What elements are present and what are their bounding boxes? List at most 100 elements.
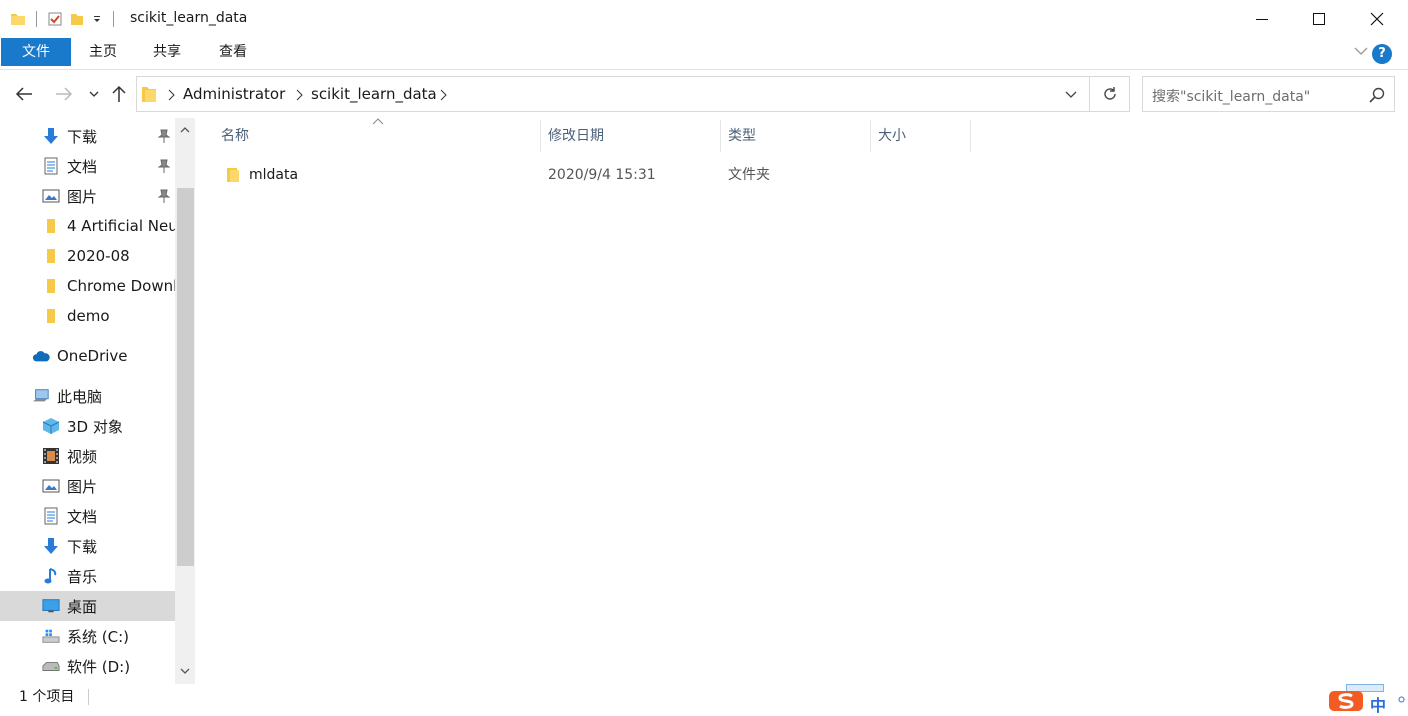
chevron-down-icon[interactable] [1354, 46, 1368, 56]
sogou-icon [1328, 690, 1364, 712]
arrow-right-icon [56, 87, 73, 101]
scroll-thumb[interactable] [177, 188, 194, 566]
search-icon[interactable] [1369, 87, 1385, 103]
folder-icon [42, 247, 60, 265]
minimize-button[interactable] [1233, 0, 1291, 38]
folder-icon [42, 217, 60, 235]
divider [36, 11, 37, 27]
nav-item-label: 软件 (D:) [67, 657, 131, 676]
help-icon[interactable]: ? [1372, 44, 1392, 64]
cloud-icon [32, 347, 50, 365]
nav-item-label: 4 Artificial Neur [67, 217, 175, 235]
nav-item-downloads-pinned[interactable]: 下载 [0, 121, 175, 151]
breadcrumb-administrator[interactable]: Administrator [183, 85, 285, 103]
column-header-type[interactable]: 类型 [721, 118, 870, 154]
tab-share[interactable]: 共享 [142, 38, 192, 66]
nav-item-label: 文档 [67, 507, 98, 526]
nav-item-videos[interactable]: 视频 [0, 441, 175, 471]
download-icon [42, 127, 60, 145]
maximize-button[interactable] [1290, 0, 1348, 38]
arrow-up-icon [112, 85, 126, 102]
nav-item-label: 图片 [67, 187, 98, 206]
customize-toolbar-icon[interactable] [91, 13, 103, 25]
nav-item-folder-2020-08[interactable]: 2020-08 [0, 241, 175, 271]
chevron-right-icon[interactable] [167, 89, 175, 101]
new-folder-icon[interactable] [69, 11, 85, 27]
chevron-down-icon [89, 91, 99, 97]
picture-icon [42, 187, 60, 205]
nav-item-label: 下载 [67, 537, 98, 556]
nav-item-label: 3D 对象 [67, 417, 123, 436]
search-input[interactable]: 搜索"scikit_learn_data" [1142, 76, 1395, 112]
properties-icon[interactable] [47, 11, 63, 27]
refresh-button[interactable] [1090, 76, 1130, 112]
column-header-name[interactable]: 名称 [214, 118, 540, 154]
title-bar: scikit_learn_data [0, 0, 1408, 38]
music-icon [42, 567, 60, 585]
arrow-left-icon [15, 87, 32, 101]
close-button[interactable] [1348, 0, 1406, 38]
nav-item-downloads[interactable]: 下载 [0, 531, 175, 561]
ime-indicator[interactable]: 中 [1328, 684, 1408, 715]
tab-home[interactable]: 主页 [78, 38, 128, 66]
pin-icon[interactable] [158, 129, 170, 143]
document-icon [42, 507, 60, 525]
nav-item-label: OneDrive [57, 347, 128, 365]
nav-item-label: 文档 [67, 157, 98, 176]
tab-view[interactable]: 查看 [208, 38, 258, 66]
back-button[interactable] [12, 82, 36, 106]
folder-icon [42, 307, 60, 325]
nav-item-folder-4-artificial[interactable]: 4 Artificial Neur [0, 211, 175, 241]
nav-scrollbar[interactable] [175, 118, 195, 684]
chevron-right-icon[interactable] [439, 89, 447, 101]
quick-access-toolbar [10, 9, 118, 29]
forward-button[interactable] [52, 82, 76, 106]
close-icon [1370, 12, 1384, 26]
windows-drive-icon [42, 627, 60, 645]
punctuation-icon [1398, 696, 1405, 703]
nav-item-documents-pinned[interactable]: 文档 [0, 151, 175, 181]
nav-item-folder-chrome-downloads[interactable]: Chrome Downl [0, 271, 175, 301]
breadcrumb-scikit-learn-data[interactable]: scikit_learn_data [311, 85, 437, 103]
computer-icon [32, 387, 50, 405]
nav-item-drive-d[interactable]: 软件 (D:) [0, 651, 175, 681]
ribbon: 文件 主页 共享 查看 ? [0, 38, 1408, 70]
chevron-right-icon[interactable] [295, 89, 303, 101]
nav-item-onedrive[interactable]: OneDrive [0, 341, 175, 371]
nav-item-drive-c[interactable]: 系统 (C:) [0, 621, 175, 651]
window-title: scikit_learn_data [130, 10, 248, 26]
folder-icon [226, 167, 240, 183]
nav-item-label: 图片 [67, 477, 98, 496]
nav-item-label: 此电脑 [57, 387, 103, 406]
column-header-size[interactable]: 大小 [871, 118, 970, 154]
nav-item-3d-objects[interactable]: 3D 对象 [0, 411, 175, 441]
up-button[interactable] [107, 82, 131, 106]
recent-locations-button[interactable] [82, 82, 106, 106]
pin-icon[interactable] [158, 189, 170, 203]
nav-item-label: 系统 (C:) [67, 627, 129, 646]
column-header-modified[interactable]: 修改日期 [541, 118, 720, 154]
nav-item-music[interactable]: 音乐 [0, 561, 175, 591]
file-name[interactable]: mldata [249, 162, 298, 188]
nav-item-label: 视频 [67, 447, 98, 466]
tab-file[interactable]: 文件 [1, 38, 71, 66]
scroll-up-icon[interactable] [180, 126, 190, 133]
column-divider[interactable] [970, 120, 971, 152]
scroll-down-icon[interactable] [180, 668, 190, 675]
nav-item-documents[interactable]: 文档 [0, 501, 175, 531]
nav-item-folder-demo[interactable]: demo [0, 301, 175, 331]
file-type: 文件夹 [728, 167, 770, 183]
nav-item-desktop[interactable]: 桌面 [0, 591, 175, 621]
nav-item-pictures[interactable]: 图片 [0, 471, 175, 501]
nav-item-pictures-pinned[interactable]: 图片 [0, 181, 175, 211]
nav-item-this-pc[interactable]: 此电脑 [0, 381, 175, 411]
folder-icon [42, 277, 60, 295]
minimize-icon [1256, 19, 1268, 20]
address-dropdown-icon[interactable] [1065, 91, 1077, 99]
refresh-icon [1103, 87, 1116, 100]
nav-item-label: demo [67, 307, 110, 325]
nav-item-label: Chrome Downl [67, 277, 175, 295]
file-modified: 2020/9/4 15:31 [548, 167, 656, 183]
pin-icon[interactable] [158, 159, 170, 173]
address-bar[interactable]: Administrator scikit_learn_data [136, 76, 1090, 112]
